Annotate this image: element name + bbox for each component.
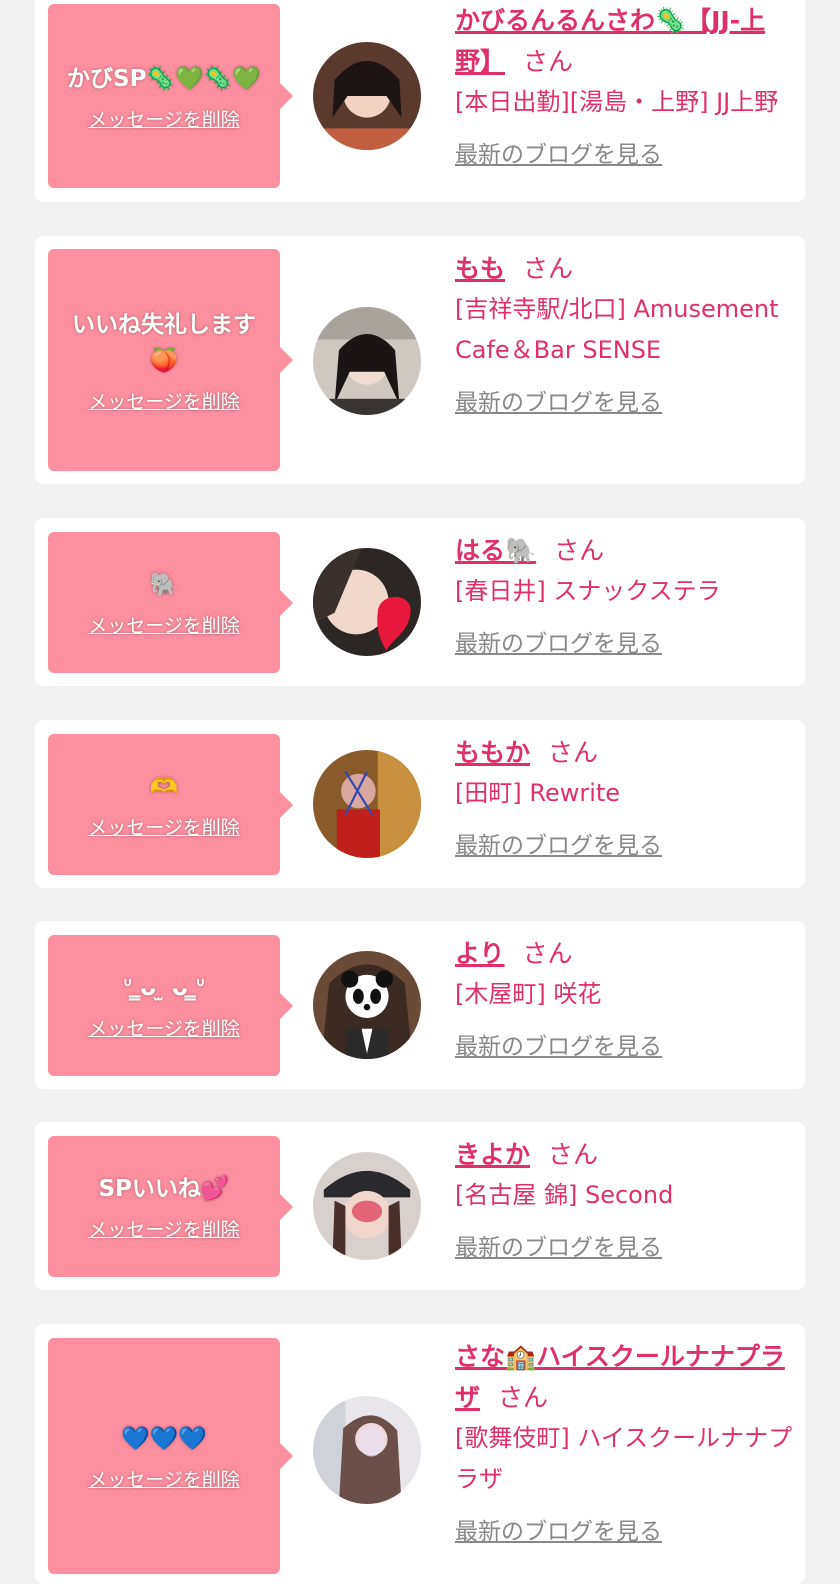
avatar[interactable]	[313, 42, 421, 150]
message-text: SPいいね💕	[98, 1176, 230, 1202]
message-bubble: SPいいね💕 メッセージを削除	[48, 1136, 280, 1277]
message-text: ᐡ ̳ᴗ ̫ ᴗ ̳ᐡ	[123, 975, 205, 1001]
avatar[interactable]	[313, 548, 421, 656]
honorific: さん	[498, 1383, 549, 1412]
message-card: 🐘 メッセージを削除 はる🐘 さん [春日井] スナックステラ 最新のブログを見る	[35, 518, 805, 686]
honorific: さん	[522, 939, 573, 968]
cast-info: かびるんるんさわ🦠【JJ-上野】 さん [本日出勤][湯島・上野] JJ上野 最新…	[455, 0, 793, 169]
honorific: さん	[548, 1140, 599, 1169]
cast-info: ももか さん [田町] Rewrite 最新のブログを見る	[455, 732, 793, 860]
shop-info: [春日井] スナックステラ	[455, 577, 721, 605]
message-text: 🫶	[149, 774, 179, 800]
shop-info: [名古屋 錦] Second	[455, 1181, 674, 1209]
cast-info: もも さん [吉祥寺駅/北口] Amusement Cafe＆Bar SENSE …	[455, 248, 793, 417]
delete-message-link[interactable]: メッセージを削除	[88, 1215, 240, 1242]
latest-blog-link[interactable]: 最新のブログを見る	[455, 826, 662, 860]
cast-name-link[interactable]: かびるんるんさわ🦠【JJ-上野】	[455, 6, 765, 76]
honorific: さん	[523, 47, 574, 76]
message-bubble: 💙💙💙 メッセージを削除	[48, 1338, 280, 1574]
message-card: いいね失礼します🍑 メッセージを削除 もも さん [吉祥寺駅/北口] Amusem…	[35, 236, 805, 484]
cast-info: さな🏫ハイスクールナナプラザ さん [歌舞伎町] ハイスクールナナプラザ 最新のブ…	[455, 1336, 793, 1546]
avatar[interactable]	[313, 307, 421, 415]
cast-info: はる🐘 さん [春日井] スナックステラ 最新のブログを見る	[455, 530, 793, 658]
message-text: 🐘	[149, 572, 179, 598]
cast-name-link[interactable]: ももか	[455, 738, 530, 767]
shop-info: [歌舞伎町] ハイスクールナナプラザ	[455, 1424, 793, 1493]
shop-info: [本日出勤][湯島・上野] JJ上野	[455, 88, 779, 116]
latest-blog-link[interactable]: 最新のブログを見る	[455, 1228, 662, 1262]
avatar[interactable]	[313, 951, 421, 1059]
shop-info: [吉祥寺駅/北口] Amusement Cafe＆Bar SENSE	[455, 295, 779, 364]
avatar[interactable]	[313, 750, 421, 858]
delete-message-link[interactable]: メッセージを削除	[88, 1014, 240, 1041]
latest-blog-link[interactable]: 最新のブログを見る	[455, 1027, 662, 1061]
latest-blog-link[interactable]: 最新のブログを見る	[455, 624, 662, 658]
latest-blog-link[interactable]: 最新のブログを見る	[455, 1512, 662, 1546]
delete-message-link[interactable]: メッセージを削除	[88, 105, 240, 132]
message-bubble: 🫶 メッセージを削除	[48, 734, 280, 875]
message-text: いいね失礼します🍑	[72, 311, 256, 374]
honorific: さん	[554, 536, 605, 565]
cast-name-link[interactable]: もも	[455, 254, 505, 283]
latest-blog-link[interactable]: 最新のブログを見る	[455, 135, 662, 169]
honorific: さん	[548, 738, 599, 767]
latest-blog-link[interactable]: 最新のブログを見る	[455, 383, 662, 417]
message-card: 🫶 メッセージを削除 ももか さん [田町] Rewrite 最新のブログを見る	[35, 720, 805, 888]
message-bubble: ᐡ ̳ᴗ ̫ ᴗ ̳ᐡ メッセージを削除	[48, 935, 280, 1076]
cast-name-link[interactable]: はる🐘	[455, 536, 536, 565]
delete-message-link[interactable]: メッセージを削除	[88, 611, 240, 638]
message-bubble: かびSP🦠💚🦠💚 メッセージを削除	[48, 4, 280, 188]
cast-name-link[interactable]: きよか	[455, 1140, 530, 1169]
cast-info: より さん [木屋町] 咲花 最新のブログを見る	[455, 933, 793, 1061]
honorific: さん	[523, 254, 574, 283]
cast-name-link[interactable]: より	[455, 939, 505, 968]
cast-info: きよか さん [名古屋 錦] Second 最新のブログを見る	[455, 1134, 793, 1262]
shop-info: [田町] Rewrite	[455, 779, 621, 807]
message-bubble: いいね失礼します🍑 メッセージを削除	[48, 249, 280, 471]
message-card: SPいいね💕 メッセージを削除 きよか さん [名古屋 錦] Second 最新の…	[35, 1122, 805, 1290]
delete-message-link[interactable]: メッセージを削除	[88, 813, 240, 840]
message-card: かびSP🦠💚🦠💚 メッセージを削除 かびるんるんさわ🦠【JJ-上野】 さん [本日…	[35, 0, 805, 202]
avatar[interactable]	[313, 1152, 421, 1260]
delete-message-link[interactable]: メッセージを削除	[88, 1465, 240, 1492]
avatar[interactable]	[313, 1396, 421, 1504]
shop-info: [木屋町] 咲花	[455, 980, 602, 1008]
message-text: かびSP🦠💚🦠💚	[67, 65, 261, 92]
message-bubble: 🐘 メッセージを削除	[48, 532, 280, 673]
message-card: 💙💙💙 メッセージを削除 さな🏫ハイスクールナナプラザ さん [歌舞伎町] ハイス…	[35, 1324, 805, 1584]
message-text: 💙💙💙	[121, 1425, 207, 1452]
message-card: ᐡ ̳ᴗ ̫ ᴗ ̳ᐡ メッセージを削除 より さん [木屋町] 咲花 最新のブロ…	[35, 921, 805, 1089]
delete-message-link[interactable]: メッセージを削除	[88, 387, 240, 414]
